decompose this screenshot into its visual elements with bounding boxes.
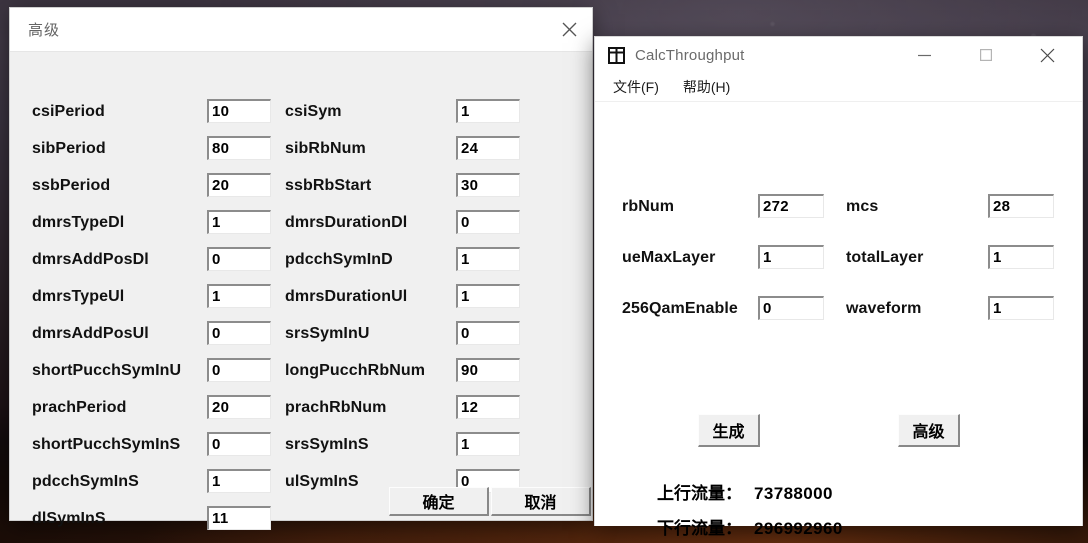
field-label-ssbRbStart: ssbRbStart	[285, 177, 372, 194]
advanced-dialog-titlebar: 高级	[10, 8, 592, 52]
form-row: prachPeriod prachRbNum	[10, 392, 592, 429]
input-longPucchRbNum[interactable]	[456, 358, 520, 382]
form-row: rbNum mcs	[595, 188, 1082, 238]
close-icon[interactable]	[546, 8, 592, 51]
advanced-dialog-body: csiPeriod csiSym sibPeriod sibRbNum ssbP…	[10, 52, 592, 530]
input-dmrsTypeUl[interactable]	[207, 284, 271, 308]
input-dmrsAddPosUl[interactable]	[207, 321, 271, 345]
uplink-throughput-value: 73788000	[754, 484, 833, 503]
field-label-dmrsAddPosDl: dmrsAddPosDl	[32, 251, 149, 268]
input-dmrsDurationUl[interactable]	[456, 284, 520, 308]
input-srsSymInU[interactable]	[456, 321, 520, 345]
form-row: dmrsTypeDl dmrsDurationDl	[10, 207, 592, 244]
input-rbNum[interactable]	[758, 194, 824, 218]
input-shortPucchSymInU[interactable]	[207, 358, 271, 382]
input-srsSymInS[interactable]	[456, 432, 520, 456]
minimize-icon[interactable]	[902, 37, 947, 73]
grid-window-icon	[607, 46, 625, 64]
form-row: dmrsAddPosDl pdcchSymInD	[10, 244, 592, 281]
input-pdcchSymInD[interactable]	[456, 247, 520, 271]
dialog-button-bar: 确定 取消	[10, 487, 592, 521]
input-dmrsTypeDl[interactable]	[207, 210, 271, 234]
input-dmrsAddPosDl[interactable]	[207, 247, 271, 271]
field-label-prachPeriod: prachPeriod	[32, 399, 127, 416]
field-label-csiPeriod: csiPeriod	[32, 103, 105, 120]
input-dmrsDurationDl[interactable]	[456, 210, 520, 234]
uplink-throughput-label: 上行流量：	[657, 484, 742, 503]
calc-window-titlebar: CalcThroughput	[595, 37, 1082, 73]
form-row: shortPucchSymInU longPucchRbNum	[10, 355, 592, 392]
field-label-sibPeriod: sibPeriod	[32, 140, 106, 157]
input-ueMaxLayer[interactable]	[758, 245, 824, 269]
downlink-throughput-label: 下行流量：	[657, 519, 742, 538]
cancel-button[interactable]: 取消	[491, 487, 591, 516]
form-row: 256QamEnable waveform	[595, 290, 1082, 340]
form-row: ueMaxLayer totalLayer	[595, 239, 1082, 289]
field-label-dmrsTypeDl: dmrsTypeDl	[32, 214, 125, 231]
field-label-dmrsTypeUl: dmrsTypeUl	[32, 288, 125, 305]
input-shortPucchSymInS[interactable]	[207, 432, 271, 456]
field-label-dmrsDurationUl: dmrsDurationUl	[285, 288, 408, 305]
field-label-dmrsAddPosUl: dmrsAddPosUl	[32, 325, 149, 342]
field-label-mcs: mcs	[846, 198, 879, 215]
advanced-button[interactable]: 高级	[898, 414, 960, 447]
close-icon[interactable]	[1025, 37, 1070, 73]
input-sibRbNum[interactable]	[456, 136, 520, 160]
downlink-throughput-result: 下行流量： 296992960	[657, 514, 843, 539]
generate-button[interactable]: 生成	[698, 414, 760, 447]
menu-item-file[interactable]: 文件(F)	[607, 77, 665, 97]
field-label-longPucchRbNum: longPucchRbNum	[285, 362, 426, 379]
form-row: shortPucchSymInS srsSymInS	[10, 429, 592, 466]
form-row: dmrsAddPosUl srsSymInU	[10, 318, 592, 355]
field-label-shortPucchSymInU: shortPucchSymInU	[32, 362, 182, 379]
advanced-settings-dialog: 高级 csiPeriod csiSym sibPeriod sibRbNum s…	[10, 8, 592, 530]
form-row: ssbPeriod ssbRbStart	[10, 170, 592, 207]
field-label-sibRbNum: sibRbNum	[285, 140, 366, 157]
field-label-ueMaxLayer: ueMaxLayer	[622, 249, 716, 266]
ok-button[interactable]: 确定	[389, 487, 489, 516]
field-label-shortPucchSymInS: shortPucchSymInS	[32, 436, 181, 453]
input-csiPeriod[interactable]	[207, 99, 271, 123]
field-label-totalLayer: totalLayer	[846, 249, 924, 266]
input-ssbRbStart[interactable]	[456, 173, 520, 197]
maximize-icon[interactable]	[963, 37, 1008, 73]
input-sibPeriod[interactable]	[207, 136, 271, 160]
downlink-throughput-value: 296992960	[754, 519, 843, 538]
input-prachRbNum[interactable]	[456, 395, 520, 419]
input-ssbPeriod[interactable]	[207, 173, 271, 197]
field-label-dmrsDurationDl: dmrsDurationDl	[285, 214, 408, 231]
form-row: csiPeriod csiSym	[10, 96, 592, 133]
input-mcs[interactable]	[988, 194, 1054, 218]
field-label-rbNum: rbNum	[622, 198, 675, 215]
field-label-srsSymInS: srsSymInS	[285, 436, 369, 453]
form-row: sibPeriod sibRbNum	[10, 133, 592, 170]
uplink-throughput-result: 上行流量： 73788000	[657, 479, 833, 504]
form-row: dmrsTypeUl dmrsDurationUl	[10, 281, 592, 318]
input-256QamEnable[interactable]	[758, 296, 824, 320]
advanced-dialog-title: 高级	[28, 22, 61, 39]
input-csiSym[interactable]	[456, 99, 520, 123]
calc-window-body: rbNum mcs ueMaxLayer totalLayer 256QamEn…	[595, 102, 1082, 538]
input-totalLayer[interactable]	[988, 245, 1054, 269]
calc-menubar: 文件(F) 帮助(H)	[595, 73, 1082, 102]
input-waveform[interactable]	[988, 296, 1054, 320]
field-label-waveform: waveform	[846, 300, 922, 317]
field-label-ssbPeriod: ssbPeriod	[32, 177, 111, 194]
field-label-prachRbNum: prachRbNum	[285, 399, 387, 416]
field-label-srsSymInU: srsSymInU	[285, 325, 370, 342]
field-label-csiSym: csiSym	[285, 103, 342, 120]
calc-window-title: CalcThroughput	[635, 46, 745, 64]
field-label-256QamEnable: 256QamEnable	[622, 300, 738, 317]
field-label-pdcchSymInD: pdcchSymInD	[285, 251, 393, 268]
calc-throughput-window: CalcThroughput 文件(F) 帮助(H) rbNum mcs	[595, 37, 1082, 538]
input-prachPeriod[interactable]	[207, 395, 271, 419]
menu-item-help[interactable]: 帮助(H)	[677, 77, 736, 97]
